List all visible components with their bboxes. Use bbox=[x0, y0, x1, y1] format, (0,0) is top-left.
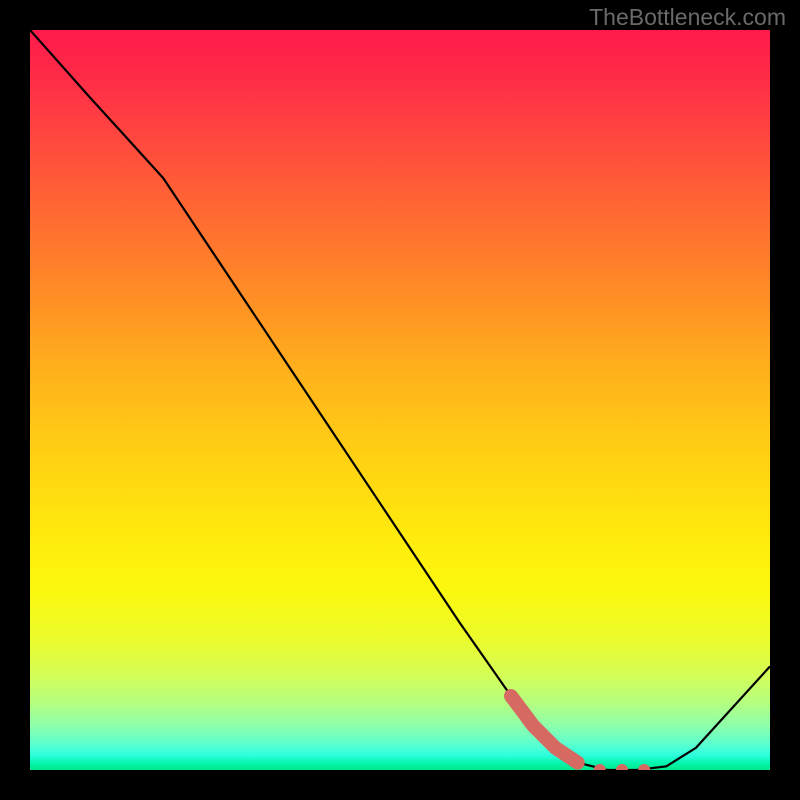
bottleneck-curve bbox=[30, 30, 770, 770]
highlight-segment bbox=[511, 696, 650, 770]
watermark-text: TheBottleneck.com bbox=[589, 4, 786, 31]
plot-area bbox=[30, 30, 770, 770]
chart-svg bbox=[30, 30, 770, 770]
